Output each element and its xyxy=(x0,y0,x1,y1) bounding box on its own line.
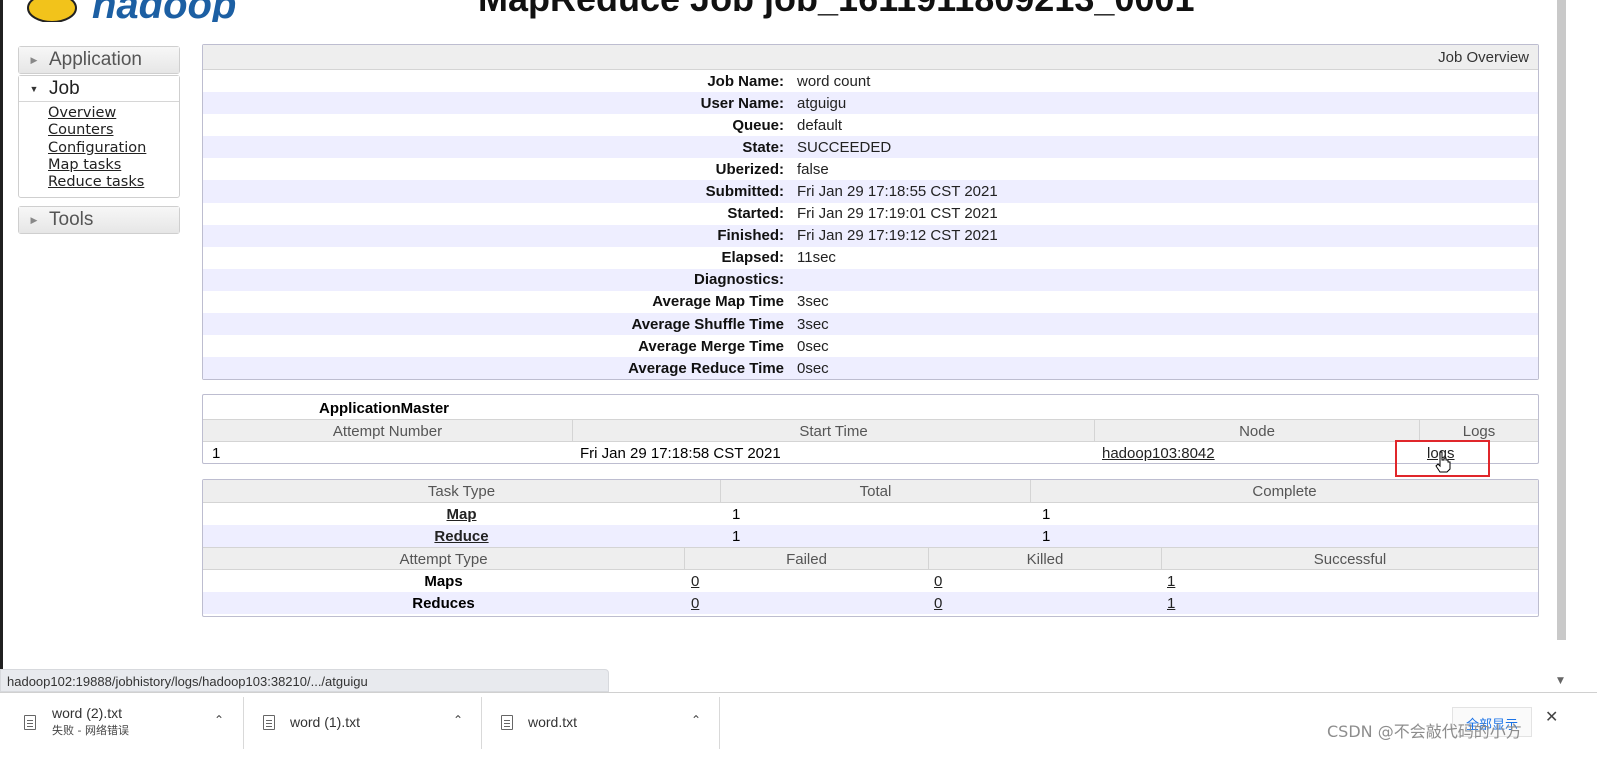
reduce-tasks-link[interactable]: Reduce xyxy=(434,528,488,545)
table-row: Reduces 0 0 1 xyxy=(203,592,1538,614)
task-table-header: Task Type Total Complete xyxy=(203,480,1538,503)
col-failed[interactable]: Failed xyxy=(684,548,928,569)
col-attempt-number[interactable]: Attempt Number xyxy=(203,420,572,441)
logs-link[interactable]: logs xyxy=(1427,445,1455,462)
download-filename: word (1).txt xyxy=(290,714,361,730)
download-filename: word (2).txt xyxy=(52,705,123,721)
overview-row: Submitted: Fri Jan 29 17:18:55 CST 2021 xyxy=(203,180,1538,203)
successful-maps-link[interactable]: 1 xyxy=(1167,573,1175,590)
file-icon xyxy=(501,714,513,730)
failed-maps-link[interactable]: 0 xyxy=(691,573,699,590)
download-filename: word.txt xyxy=(528,714,578,730)
col-total[interactable]: Total xyxy=(720,480,1030,502)
nav-job-toggle[interactable]: ▼ Job xyxy=(19,76,179,102)
nav-link-map-tasks[interactable]: Map tasks xyxy=(48,157,179,174)
nav-tools-toggle[interactable]: ▶ Tools xyxy=(19,207,179,233)
cell-total: 1 xyxy=(732,527,741,545)
scroll-down-arrow-icon[interactable]: ▼ xyxy=(1557,676,1564,686)
file-icon xyxy=(24,714,36,730)
overview-row: Finished: Fri Jan 29 17:19:12 CST 2021 xyxy=(203,224,1538,247)
overview-row: State: SUCCEEDED xyxy=(203,136,1538,159)
page-title: MapReduce Job job_1611911809213_0001 xyxy=(478,0,1194,20)
attempt-table-header: Attempt Type Failed Killed Successful xyxy=(203,547,1538,570)
col-attempt-type[interactable]: Attempt Type xyxy=(203,548,684,569)
download-status: 失败 - 网络错误 xyxy=(52,724,129,737)
successful-reduces-link[interactable]: 1 xyxy=(1167,595,1175,612)
overview-row: Queue: default xyxy=(732,116,843,134)
collapsed-triangle-icon: ▶ xyxy=(30,54,38,65)
overview-row: Average Map Time 3sec xyxy=(652,293,829,311)
overview-row: User Name: atguigu xyxy=(203,92,1538,115)
overview-row: Average Merge Time 0sec xyxy=(638,337,829,355)
task-summary-table: Task Type Total Complete Map 1 1 Reduce … xyxy=(202,479,1539,617)
cell-start-time: Fri Jan 29 17:18:58 CST 2021 xyxy=(580,444,781,462)
scrollbar-thumb[interactable] xyxy=(1557,0,1566,640)
overview-row: Started: Fri Jan 29 17:19:01 CST 2021 xyxy=(727,205,998,223)
nav-tools-section: ▶ Tools xyxy=(18,206,180,234)
overview-row: Average Shuffle Time 3sec xyxy=(203,313,1538,336)
expanded-triangle-icon: ▼ xyxy=(29,83,39,94)
killed-reduces-link[interactable]: 0 xyxy=(934,595,942,612)
chevron-up-icon[interactable]: ⌃ xyxy=(214,713,224,727)
node-link[interactable]: hadoop103:8042 xyxy=(1102,445,1215,462)
watermark: CSDN @不会敲代码的小方 xyxy=(1327,722,1522,741)
nav-application-toggle[interactable]: ▶ Application xyxy=(19,47,179,73)
divider xyxy=(481,697,482,749)
cell-attempt-type: Maps xyxy=(424,572,463,590)
overview-row: Elapsed: 11sec xyxy=(721,249,836,267)
download-item[interactable]: word (1).txt ⌃ xyxy=(263,693,478,751)
chevron-up-icon[interactable]: ⌃ xyxy=(691,713,701,727)
killed-maps-link[interactable]: 0 xyxy=(934,573,942,590)
job-overview-panel: Job Overview Job Name: word count User Na… xyxy=(202,44,1539,380)
nav-application-label: Application xyxy=(49,49,142,70)
logo-text: hadoop xyxy=(92,0,236,22)
cell-complete: 1 xyxy=(1042,527,1051,545)
job-overview-header: Job Overview xyxy=(203,45,1538,70)
am-table-header: Attempt Number Start Time Node Logs xyxy=(203,419,1538,442)
divider xyxy=(243,697,244,749)
chevron-up-icon[interactable]: ⌃ xyxy=(453,713,463,727)
col-complete[interactable]: Complete xyxy=(1030,480,1538,502)
nav-application-section: ▶ Application xyxy=(18,46,180,74)
file-icon xyxy=(263,714,275,730)
nav-job-label: Job xyxy=(49,77,80,99)
cell-total: 1 xyxy=(732,505,741,523)
hadoop-logo: hadoop xyxy=(27,0,236,22)
col-killed[interactable]: Killed xyxy=(928,548,1161,569)
overview-row: Diagnostics: xyxy=(203,268,1538,291)
application-master-title: ApplicationMaster xyxy=(319,400,450,417)
nav-tools-label: Tools xyxy=(49,209,94,230)
download-item[interactable]: word.txt ⌃ xyxy=(501,693,716,751)
nav-job-section: ▼ Job Overview Counters Configuration Ma… xyxy=(18,75,180,199)
table-row: 1 Fri Jan 29 17:18:58 CST 2021 hadoop103… xyxy=(203,442,1538,464)
nav-link-reduce-tasks[interactable]: Reduce tasks xyxy=(48,174,179,191)
overview-row: Uberized: false xyxy=(715,160,829,178)
nav-link-configuration[interactable]: Configuration xyxy=(48,140,179,157)
collapsed-triangle-icon: ▶ xyxy=(30,214,38,225)
col-start-time[interactable]: Start Time xyxy=(572,420,1094,441)
table-row: Maps 0 0 1 xyxy=(203,570,1538,592)
cell-complete: 1 xyxy=(1042,505,1051,523)
close-icon[interactable]: ✕ xyxy=(1545,707,1558,726)
divider xyxy=(719,697,720,749)
window-edge xyxy=(0,0,3,692)
cell-attempt-number: 1 xyxy=(212,444,221,462)
application-master-table: ApplicationMaster Attempt Number Start T… xyxy=(202,394,1539,464)
nav-link-overview[interactable]: Overview xyxy=(48,105,179,122)
table-row: Reduce 1 1 xyxy=(203,525,1538,547)
overview-row: Job Name: word count xyxy=(707,72,871,90)
failed-reduces-link[interactable]: 0 xyxy=(691,595,699,612)
status-bar-url: hadoop102:19888/jobhistory/logs/hadoop10… xyxy=(0,669,609,692)
col-successful[interactable]: Successful xyxy=(1161,548,1538,569)
job-links: Overview Counters Configuration Map task… xyxy=(19,102,179,197)
col-task-type[interactable]: Task Type xyxy=(203,480,720,502)
cell-attempt-type: Reduces xyxy=(412,594,475,612)
map-tasks-link[interactable]: Map xyxy=(447,506,477,523)
col-node[interactable]: Node xyxy=(1094,420,1419,441)
table-row: Map 1 1 xyxy=(203,503,1538,525)
col-logs[interactable]: Logs xyxy=(1419,420,1538,441)
download-item[interactable]: word (2).txt 失败 - 网络错误 ⌃ xyxy=(24,693,239,751)
overview-row: Average Reduce Time 0sec xyxy=(203,357,1538,380)
nav-link-counters[interactable]: Counters xyxy=(48,122,179,139)
